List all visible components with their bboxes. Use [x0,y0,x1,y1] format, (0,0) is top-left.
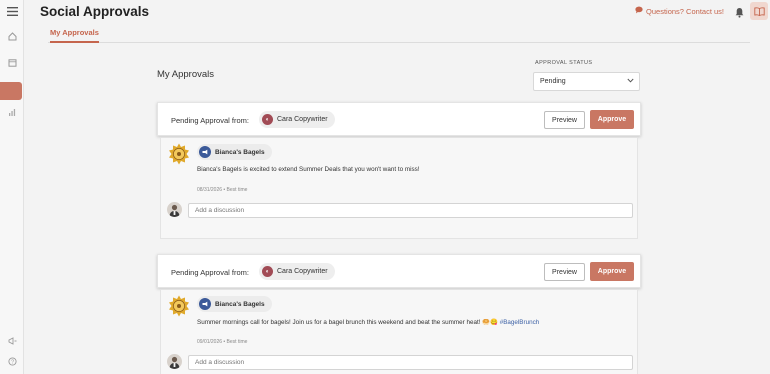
contact-link[interactable]: Questions? Contact us! [635,6,724,16]
post-preview: Bianca's Bagels Bianca's Bagels is excit… [160,138,638,239]
post-meta: 08/31/2026 • Best time [197,187,248,193]
analytics-icon[interactable] [2,103,22,121]
approval-header: Pending Approval from: ◐ Cara Copywriter… [157,102,641,136]
calendar-icon[interactable] [2,53,22,71]
chat-bubble-icon [635,6,643,16]
approve-button[interactable]: Approve [590,262,634,281]
approval-status-value: Pending [540,78,566,85]
tab-bar: My Approvals [48,24,750,43]
pending-approval-label: Pending Approval from: [171,116,249,125]
page-title: My Approvals [157,69,215,80]
discussion-input[interactable] [188,203,633,218]
approver-avatar: ◐ [262,114,273,125]
discussion-row [167,354,634,371]
approval-status-label: APPROVAL STATUS [535,60,593,66]
page-chip: Bianca's Bagels [197,144,272,160]
top-bar: Social Approvals Questions? Contact us! [24,0,770,24]
approver-chip: ◐ Cara Copywriter [259,111,335,128]
facebook-icon [199,298,211,310]
post-text-body: Bianca's Bagels is excited to extend Sum… [197,166,420,173]
preview-button[interactable]: Preview [544,111,585,129]
approvals-icon[interactable] [0,82,22,100]
bagel-logo-icon [168,143,190,165]
approver-avatar: ◐ [262,266,273,277]
post-text-body: Summer mornings call for bagels! Join us… [197,319,500,326]
bell-icon[interactable] [735,5,744,23]
post-hashtag[interactable]: #BagelBrunch [500,319,540,326]
user-avatar-icon [167,202,182,217]
home-icon[interactable] [2,27,22,45]
sidebar: ? [0,0,24,374]
user-avatar-icon [167,354,182,369]
discussion-row [167,202,634,219]
facebook-icon [199,146,211,158]
approver-name: Cara Copywriter [277,116,328,123]
pending-approval-label: Pending Approval from: [171,268,249,277]
approver-chip: ◐ Cara Copywriter [259,263,335,280]
bagel-logo-icon [168,295,190,317]
svg-text:?: ? [10,359,13,365]
app-title: Social Approvals [40,4,150,19]
approve-button[interactable]: Approve [590,110,634,129]
post-text: Summer mornings call for bagels! Join us… [197,318,539,326]
preview-button[interactable]: Preview [544,263,585,281]
page-name: Bianca's Bagels [215,300,265,308]
post-text: Bianca's Bagels is excited to extend Sum… [197,166,420,173]
approver-name: Cara Copywriter [277,268,328,275]
contact-label: Questions? Contact us! [646,6,724,16]
megaphone-icon[interactable] [2,332,22,350]
chevron-down-icon [627,78,634,85]
approval-header: Pending Approval from: ◐ Cara Copywriter… [157,254,641,288]
help-icon[interactable]: ? [2,352,22,370]
tab-my-approvals[interactable]: My Approvals [50,28,99,43]
page-chip: Bianca's Bagels [197,296,272,312]
book-icon[interactable] [750,2,768,20]
post-preview: Bianca's Bagels Summer mornings call for… [160,290,638,374]
post-meta: 09/01/2026 • Best time [197,339,248,345]
page-name: Bianca's Bagels [215,148,265,156]
discussion-input[interactable] [188,355,633,370]
approval-status-select[interactable]: Pending [533,72,640,91]
hamburger-icon[interactable] [2,2,22,20]
